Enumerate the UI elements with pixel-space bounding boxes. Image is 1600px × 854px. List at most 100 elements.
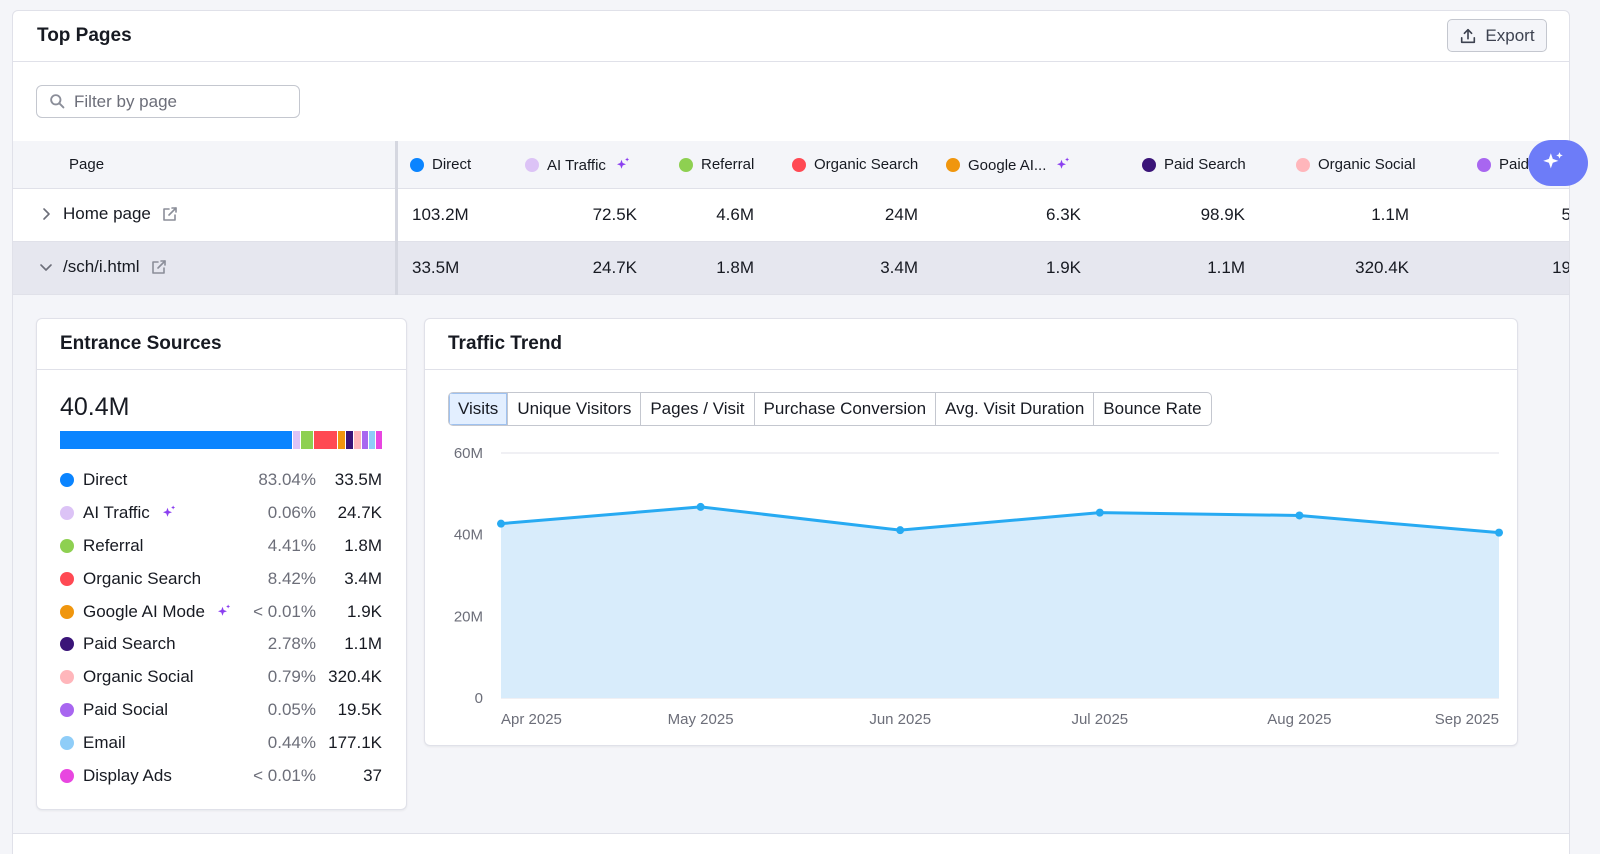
table-cell: 1.1M (1371, 205, 1409, 224)
color-dot-icon (792, 157, 806, 172)
legend-percent: < 0.01% (253, 765, 316, 785)
color-dot-icon (410, 157, 424, 172)
data-point[interactable] (896, 526, 905, 535)
legend-item[interactable]: Paid Social 0.05% 19.5K (60, 694, 383, 727)
legend-item[interactable]: Paid Search 2.78% 1.1M (60, 628, 383, 661)
table-cell: 4.6M (716, 205, 754, 224)
sparkle-icon (217, 604, 231, 616)
legend-item[interactable]: Organic Social 0.79% 320.4K (60, 661, 383, 694)
metric-tab[interactable]: Purchase Conversion (755, 393, 937, 425)
legend-name: Organic Social (83, 667, 194, 687)
external-link-icon[interactable] (161, 205, 179, 223)
data-point[interactable] (497, 519, 505, 528)
metric-tabs: Visits Unique Visitors Pages / Visit Purcha… (448, 392, 1212, 426)
column-header[interactable]: Direct (410, 156, 471, 173)
chevron-down-icon[interactable] (39, 260, 53, 274)
metric-tab[interactable]: Pages / Visit (641, 393, 755, 425)
column-header-page[interactable]: Page (69, 156, 104, 173)
filter-input[interactable] (74, 91, 274, 112)
page-link[interactable]: /sch/i.html (63, 257, 140, 277)
legend-name: Google AI Mode (83, 602, 233, 622)
data-point[interactable] (1295, 511, 1304, 520)
color-dot-icon (1296, 157, 1310, 172)
data-point[interactable] (696, 502, 705, 511)
legend-item[interactable]: Email 0.44% 177.1K (60, 726, 383, 759)
color-dot-icon (60, 571, 74, 586)
legend-item[interactable]: Direct 83.04% 33.5M (60, 464, 383, 497)
bar-segment[interactable] (60, 431, 293, 449)
column-header[interactable]: Referral (679, 156, 754, 173)
legend-item[interactable]: Referral 4.41% 1.8M (60, 530, 383, 563)
bar-segment[interactable] (313, 431, 338, 449)
metric-tab[interactable]: Bounce Rate (1094, 393, 1210, 425)
sources-stacked-bar (60, 431, 383, 449)
filter-field[interactable] (36, 85, 300, 118)
legend-value: 3.4M (344, 568, 382, 588)
legend-item[interactable]: Display Ads < 0.01% 37 (60, 759, 383, 792)
color-dot-icon (60, 768, 74, 783)
color-dot-icon (60, 538, 74, 553)
table-cell: 5 (1562, 205, 1569, 225)
color-dot-icon (60, 702, 74, 717)
chevron-right-icon[interactable] (39, 207, 53, 221)
column-header[interactable]: Paid (1477, 156, 1529, 173)
table-row[interactable]: /sch/i.html 33.5M 24.7K 1.8M 3.4M 1.9K 1.1M 32… (13, 242, 1569, 295)
column-header[interactable]: Google AI... (946, 156, 1072, 174)
legend-value: 1.9K (347, 601, 382, 621)
bar-segment[interactable] (293, 431, 300, 449)
column-header[interactable]: Organic Search (792, 156, 918, 173)
legend-name: AI Traffic (83, 503, 178, 523)
legend-percent: < 0.01% (253, 601, 316, 621)
column-divider[interactable] (395, 141, 398, 295)
table-cell: 320.4K (1355, 258, 1409, 277)
export-label: Export (1485, 25, 1535, 45)
legend-item[interactable]: Google AI Mode < 0.01% 1.9K (60, 595, 383, 628)
external-link-icon[interactable] (150, 258, 168, 276)
ai-assistant-button[interactable] (1528, 140, 1588, 186)
entrance-total: 40.4M (60, 393, 130, 421)
legend-value: 33.5M (334, 470, 382, 490)
metric-tab[interactable]: Avg. Visit Duration (936, 393, 1095, 425)
metric-tab[interactable]: Visits (449, 393, 509, 425)
bar-segment[interactable] (338, 431, 345, 449)
divider (37, 369, 406, 370)
next-row-strip (13, 833, 1569, 854)
color-dot-icon (60, 735, 74, 750)
top-pages-card: Top Pages Export Page Direct AI Traffic Re… (12, 10, 1570, 854)
data-point[interactable] (1495, 528, 1503, 537)
legend-name: Email (83, 733, 126, 753)
page-link[interactable]: Home page (63, 204, 151, 224)
column-header[interactable]: AI Traffic (525, 156, 632, 174)
table-cell: 1.8M (716, 258, 754, 277)
legend-label: AI Traffic (83, 503, 150, 523)
expanded-row-details: Entrance Sources 40.4M Direct 83.04% 33.5M… (13, 295, 1569, 854)
bar-segment[interactable] (361, 431, 368, 449)
bar-segment[interactable] (354, 431, 361, 449)
table-row[interactable]: Home page 103.2M 72.5K 4.6M 24M 6.3K 98.9K 1.1… (13, 189, 1569, 242)
metric-tab[interactable]: Unique Visitors (508, 393, 642, 425)
legend-label: Paid Social (83, 699, 169, 719)
bar-segment[interactable] (375, 431, 382, 449)
column-header[interactable]: Organic Social (1296, 156, 1416, 173)
traffic-trend-title: Traffic Trend (448, 333, 563, 354)
legend-item[interactable]: Organic Search 8.42% 3.4M (60, 562, 383, 595)
column-header[interactable]: Paid Search (1142, 156, 1246, 173)
data-point[interactable] (1095, 508, 1104, 517)
bar-segment[interactable] (300, 431, 313, 449)
bar-segment[interactable] (368, 431, 375, 449)
export-button[interactable]: Export (1447, 19, 1547, 52)
legend-item[interactable]: AI Traffic 0.06% 24.7K (60, 497, 383, 530)
bar-segment[interactable] (345, 431, 354, 449)
legend-name: Display Ads (83, 766, 172, 786)
table-cell: 24M (884, 205, 918, 224)
legend-value: 24.7K (337, 503, 382, 523)
page-title: Top Pages (37, 25, 132, 46)
legend-percent: 4.41% (267, 535, 316, 555)
y-tick-label: 20M (454, 608, 483, 625)
page-cell: Home page (39, 204, 179, 224)
legend-label: Direct (83, 470, 128, 490)
color-dot-icon (1142, 157, 1156, 172)
x-tick-label: Sep 2025 (1435, 711, 1499, 728)
color-dot-icon (60, 473, 74, 488)
sparkle-icon (1057, 157, 1070, 169)
